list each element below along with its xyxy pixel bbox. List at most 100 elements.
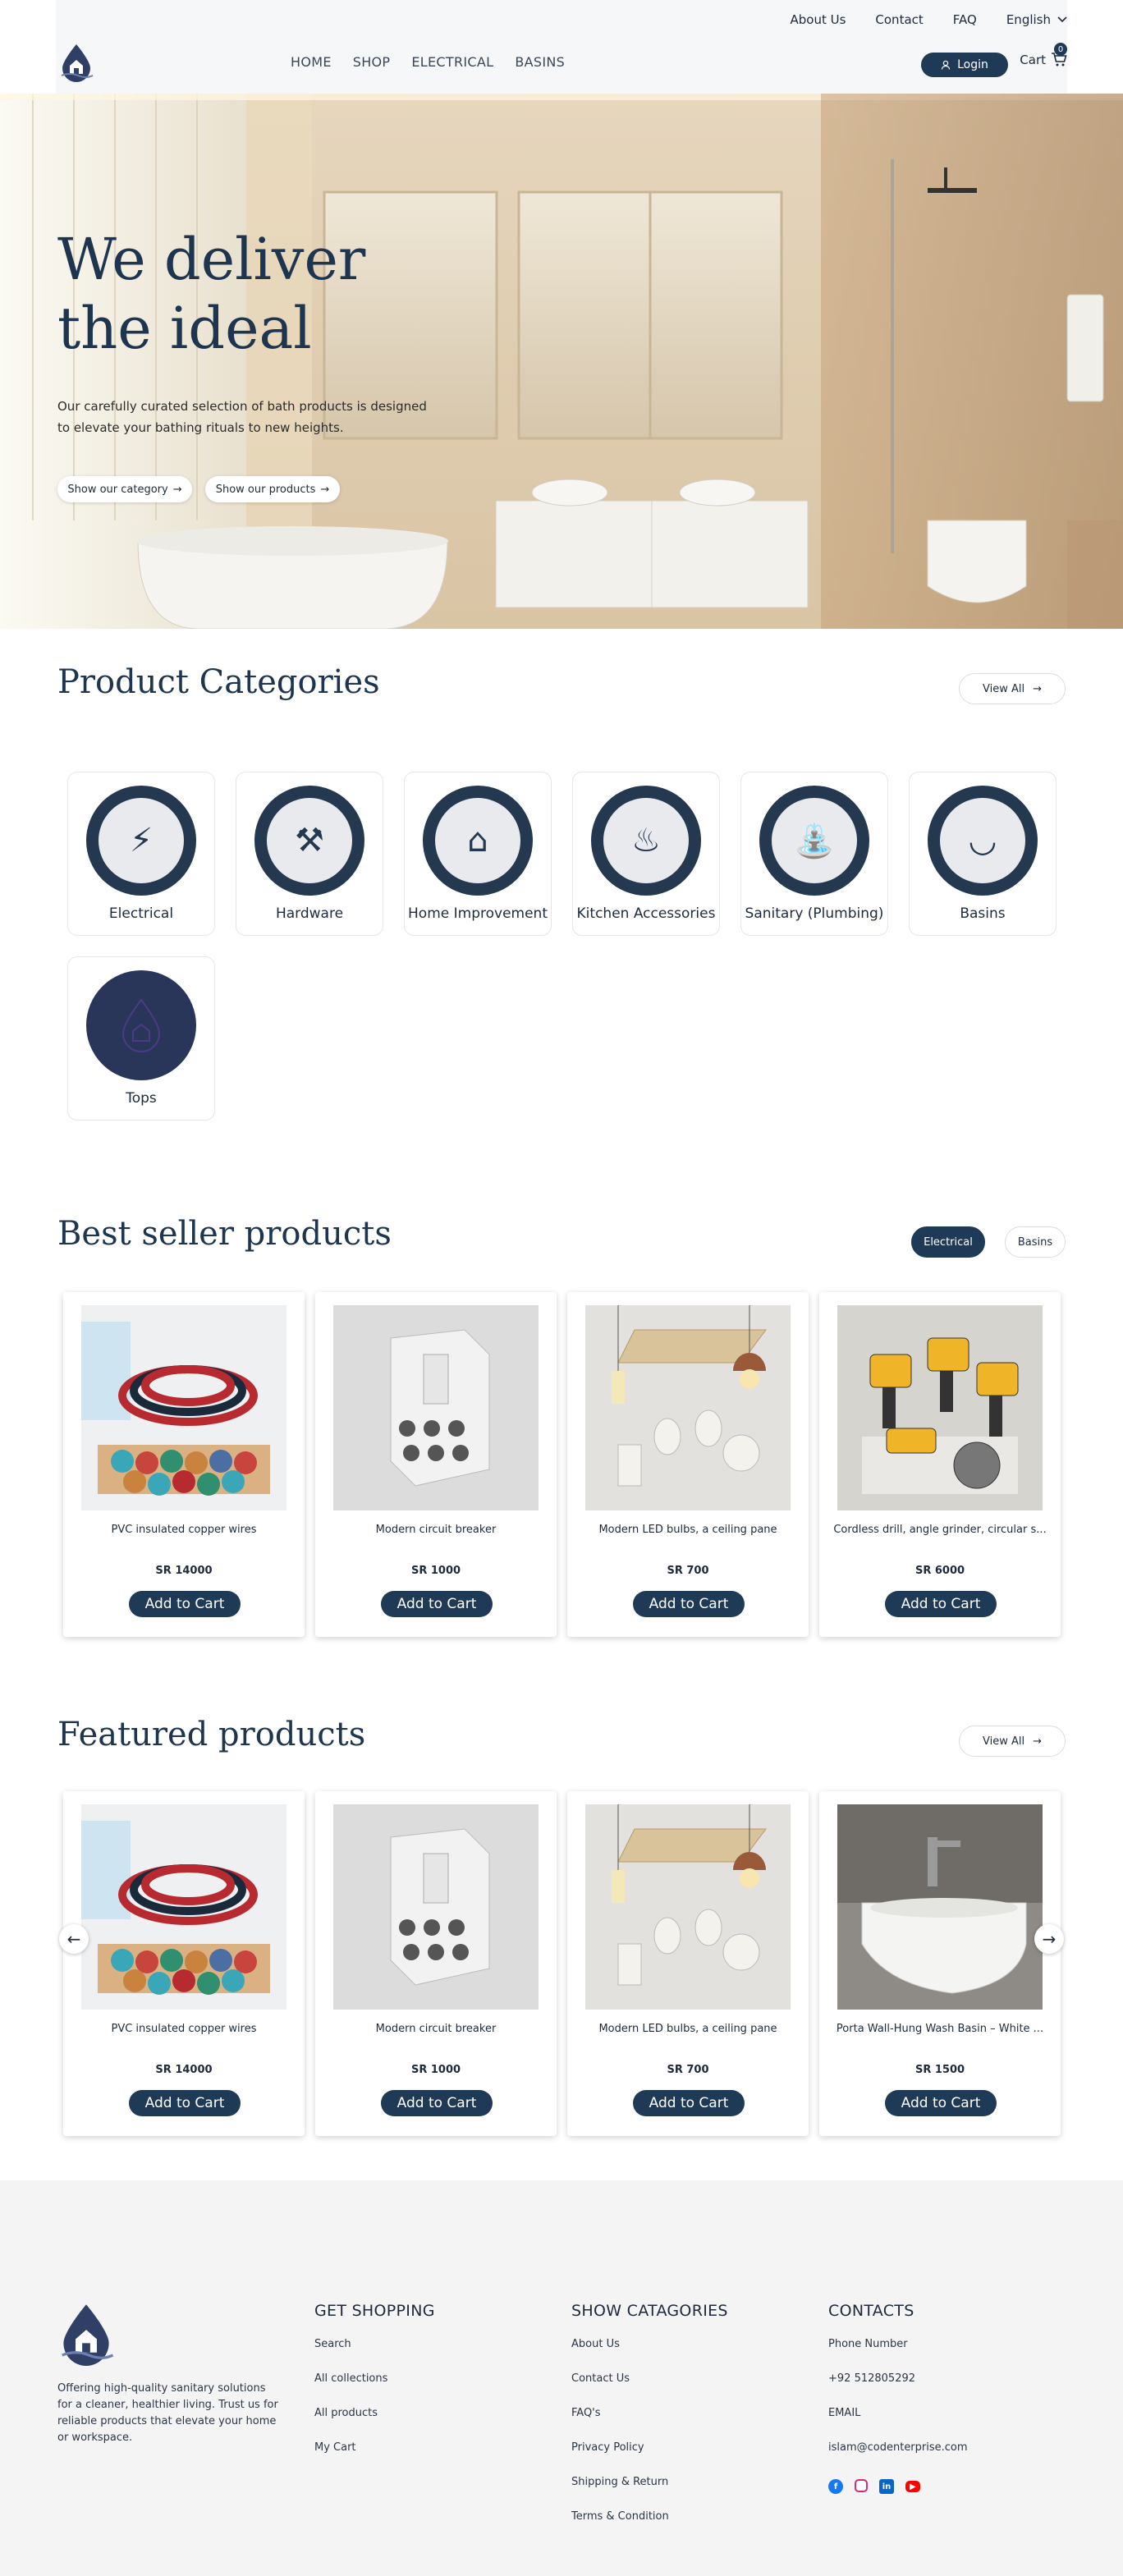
add-to-cart-button[interactable]: Add to Cart [885,2090,997,2116]
instagram-icon[interactable] [855,2479,868,2492]
footer-link-faqs[interactable]: FAQ's [571,2407,728,2441]
footer: Offering high-quality sanitary solutions… [0,2180,1123,2576]
add-to-cart-button[interactable]: Add to Cart [633,1591,745,1617]
top-link-contact[interactable]: Contact [875,12,923,27]
product-card[interactable]: PVC insulated copper wires SR 14000 Add … [63,1791,305,2136]
carousel-prev-button[interactable]: ← [59,1924,89,1954]
arrow-right-icon: → [1033,682,1042,695]
product-image-breaker [333,1804,539,2010]
product-name: Porta Wall-Hung Wash Basin – White ... [836,2023,1044,2035]
category-label: Hardware [275,905,344,922]
footer-link-all-collections[interactable]: All collections [314,2372,435,2407]
faucet-icon: ⛲ [772,798,857,883]
category-card-hardware[interactable]: ⚒ Hardware [236,772,383,936]
product-price: SR 1000 [410,1565,461,1577]
footer-link-search[interactable]: Search [314,2338,435,2372]
nav-home[interactable]: HOME [291,54,332,70]
category-card-basins[interactable]: ◡ Basins [909,772,1057,936]
tab-electrical-label: Electrical [924,1235,973,1249]
product-card[interactable]: PVC insulated copper wires SR 14000 Add … [63,1292,305,1637]
product-image-wires [81,1804,286,2010]
nav-basins[interactable]: BASINS [515,54,565,70]
product-name: Modern circuit breaker [375,2023,497,2035]
product-card[interactable]: Modern circuit breaker SR 1000 Add to Ca… [315,1791,557,2136]
footer-description: Offering high-quality sanitary solutions… [57,2382,278,2444]
product-card[interactable]: Modern LED bulbs, a ceiling pane SR 700 … [567,1292,809,1637]
categories-title: Product Categories [57,663,380,701]
category-image: ♨ [591,786,701,896]
product-card[interactable]: Modern circuit breaker SR 1000 Add to Ca… [315,1292,557,1637]
product-name: PVC insulated copper wires [111,2023,257,2035]
product-price: SR 1500 [914,2064,965,2076]
category-card-kitchen-accessories[interactable]: ♨ Kitchen Accessories [572,772,720,936]
hero-title: We deliver the ideal [57,225,365,363]
show-products-button[interactable]: Show our products → [205,476,340,502]
category-card-sanitary[interactable]: ⛲ Sanitary (Plumbing) [740,772,888,936]
category-card-home-improvement[interactable]: ⌂ Home Improvement [404,772,552,936]
footer-link-contact-us[interactable]: Contact Us [571,2372,728,2407]
tab-basins-label: Basins [1017,1235,1053,1249]
arrow-left-icon: ← [66,1929,81,1949]
product-card[interactable]: Cordless drill, angle grinder, circular … [819,1292,1061,1637]
cart-button[interactable]: Cart 0 [1020,43,1067,67]
footer-link-privacy-policy[interactable]: Privacy Policy [571,2441,728,2476]
show-category-button[interactable]: Show our category → [57,476,192,502]
product-card[interactable]: Modern LED bulbs, a ceiling pane SR 700 … [567,1791,809,2136]
add-to-cart-button[interactable]: Add to Cart [129,1591,241,1617]
nav-shop[interactable]: SHOP [353,54,391,70]
top-link-faq[interactable]: FAQ [953,12,977,27]
product-price: SR 6000 [914,1565,965,1577]
product-name: Modern LED bulbs, a ceiling pane [598,2023,777,2035]
social-links: f in ▶ [828,2479,968,2494]
footer-link-terms[interactable]: Terms & Condition [571,2510,728,2545]
logo[interactable] [59,43,94,82]
product-image-led [585,1804,791,2010]
footer-link-my-cart[interactable]: My Cart [314,2441,435,2476]
footer-phone[interactable]: +92 512805292 [828,2372,968,2407]
footer-link-about-us[interactable]: About Us [571,2338,728,2372]
top-links: About Us Contact FAQ English [790,10,1067,30]
add-to-cart-button[interactable]: Add to Cart [633,2090,745,2116]
category-label: Sanitary (Plumbing) [745,905,884,922]
product-card[interactable]: Porta Wall-Hung Wash Basin – White ... S… [819,1791,1061,2136]
footer-email[interactable]: islam@codenterprise.com [828,2441,968,2476]
category-card-electrical[interactable]: ⚡ Electrical [67,772,215,936]
header: About Us Contact FAQ English HOME SHOP E… [56,0,1067,94]
product-name: Cordless drill, angle grinder, circular … [833,1524,1047,1536]
tab-basins[interactable]: Basins [1005,1226,1066,1258]
main-nav: HOME SHOP ELECTRICAL BASINS [291,54,565,70]
login-label: Login [957,58,988,71]
carousel-next-button[interactable]: → [1034,1924,1064,1954]
arrow-right-icon: → [172,483,182,496]
footer-logo[interactable] [57,2302,115,2366]
category-card-tops[interactable]: Tops [67,956,215,1121]
add-to-cart-button[interactable]: Add to Cart [381,1591,493,1617]
product-image-led [585,1305,791,1510]
tab-electrical[interactable]: Electrical [911,1226,985,1258]
footer-link-shipping-return[interactable]: Shipping & Return [571,2476,728,2510]
product-price: SR 14000 [155,2064,213,2076]
chevron-down-icon [1057,16,1067,23]
categories-view-all-button[interactable]: View All → [959,673,1066,704]
top-link-about[interactable]: About Us [790,12,846,27]
footer-shopping-column: GET SHOPPING Search All collections All … [314,2302,435,2476]
linkedin-icon[interactable]: in [879,2479,894,2494]
user-icon [942,60,951,70]
add-to-cart-button[interactable]: Add to Cart [885,1591,997,1617]
add-to-cart-button[interactable]: Add to Cart [381,2090,493,2116]
category-label: Tops [126,1090,157,1107]
add-to-cart-button[interactable]: Add to Cart [129,2090,241,2116]
plug-icon: ⚡ [99,798,184,883]
nav-electrical[interactable]: ELECTRICAL [411,54,493,70]
language-select[interactable]: English [1006,12,1067,27]
product-price: SR 1000 [410,2064,461,2076]
featured-view-all-button[interactable]: View All → [959,1726,1066,1757]
featured-title: Featured products [57,1716,366,1753]
youtube-icon[interactable]: ▶ [905,2481,920,2492]
category-image: ◡ [928,786,1038,896]
login-button[interactable]: Login [921,53,1008,77]
view-all-label: View All [982,1735,1025,1748]
facebook-icon[interactable]: f [828,2479,843,2494]
category-image: ⛲ [759,786,869,896]
footer-link-all-products[interactable]: All products [314,2407,435,2441]
